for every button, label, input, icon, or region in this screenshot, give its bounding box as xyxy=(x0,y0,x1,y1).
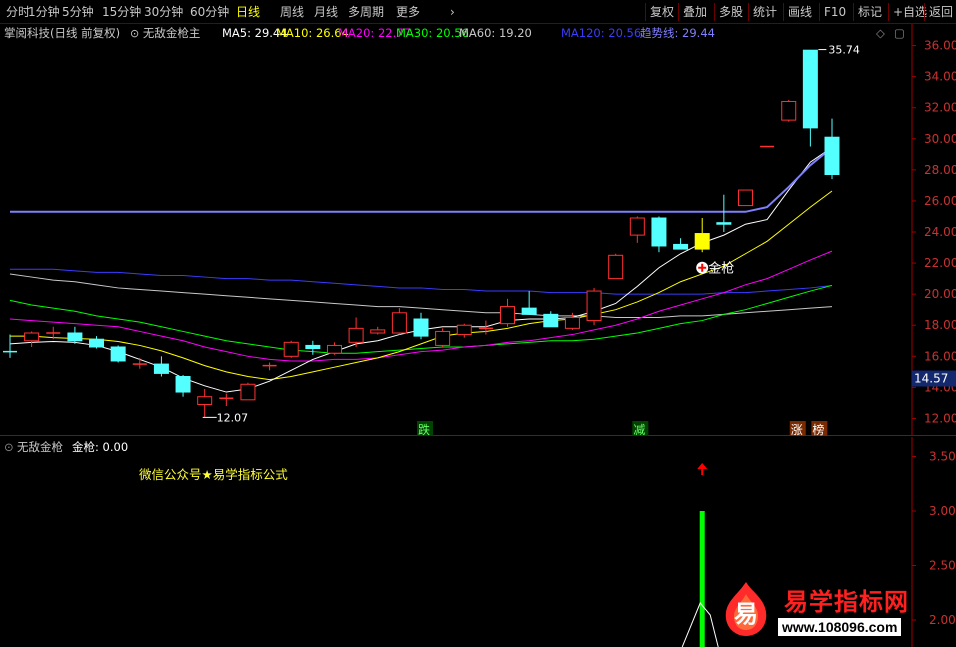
candle-body xyxy=(370,329,386,334)
toolbar-btn-3[interactable]: 统计 xyxy=(753,4,777,20)
candle-body xyxy=(153,363,169,374)
toolbar-btn-4[interactable]: 画线 xyxy=(788,4,812,20)
y-tick-label: 32.00 xyxy=(924,101,956,115)
arrow-up-icon xyxy=(697,463,708,469)
watermark-text: 微信公众号★易学指标公式 xyxy=(139,467,288,482)
y-tick-label: 28.00 xyxy=(924,163,956,177)
logo-url: www.108096.com xyxy=(778,618,902,636)
y-tick-label: 36.00 xyxy=(924,39,956,53)
candle-body xyxy=(564,316,580,329)
toolbar-divider xyxy=(924,3,925,21)
candle-body xyxy=(240,383,256,401)
y-tick-label: 22.00 xyxy=(924,256,956,270)
sub-y-tick-label: 3.50 xyxy=(929,450,956,464)
toolbar-btn-5[interactable]: F10 xyxy=(824,4,846,20)
candle-body xyxy=(283,341,299,357)
candle-body xyxy=(629,217,645,236)
jingqiang-label: 金枪 xyxy=(708,261,734,277)
ma60-line xyxy=(9,273,833,318)
toolbar-divider xyxy=(853,3,854,21)
chevron-right-icon[interactable]: › xyxy=(450,4,455,20)
toolbar-btn-0[interactable]: 复权 xyxy=(650,4,674,20)
candle-body xyxy=(197,396,213,405)
candle-body xyxy=(802,49,818,129)
toolbar-btn-8[interactable]: 返回 xyxy=(929,4,953,20)
toolbar-divider xyxy=(819,3,820,21)
collapse-icon[interactable]: ⊙ xyxy=(4,438,14,456)
signal-jian: 减 xyxy=(633,423,645,436)
y-tick-label: 30.00 xyxy=(924,132,956,146)
period-toolbar: 分时 1分钟 5分钟 15分钟 30分钟 60分钟 日线 周线 月线 多周期 更多 › 复权 叠加 多股 统计… xyxy=(0,0,956,24)
candle-body xyxy=(651,217,667,247)
candle-body xyxy=(737,189,753,207)
y-tick-label: 34.00 xyxy=(924,70,956,84)
candle-body xyxy=(391,312,407,334)
candle-body xyxy=(608,254,624,280)
period-tab-10[interactable]: 更多 xyxy=(396,4,420,20)
signal-zhang: 涨 xyxy=(791,422,803,436)
candle-body xyxy=(716,222,732,225)
period-tab-1[interactable]: 1分钟 xyxy=(28,4,60,20)
y-tick-label: 26.00 xyxy=(924,194,956,208)
candle-body xyxy=(673,243,689,250)
period-tab-6[interactable]: 日线 xyxy=(236,4,260,20)
candle-body xyxy=(824,136,840,176)
sub-y-tick-label: 2.50 xyxy=(929,559,956,573)
current-price-label: 14.57 xyxy=(914,372,948,386)
candle-body xyxy=(543,313,559,328)
sub-y-tick-label: 3.00 xyxy=(929,504,956,518)
toolbar-divider xyxy=(888,3,889,21)
toolbar-btn-1[interactable]: 叠加 xyxy=(683,4,707,20)
period-tab-9[interactable]: 多周期 xyxy=(348,4,384,20)
candle-body xyxy=(435,330,451,346)
candle-body xyxy=(694,233,710,250)
candle-body xyxy=(413,318,429,337)
candle-body xyxy=(521,307,537,315)
toolbar-btn-2[interactable]: 多股 xyxy=(719,4,743,20)
candle-body xyxy=(326,344,342,354)
trend-line xyxy=(10,146,833,213)
toolbar-divider xyxy=(714,3,715,21)
signal-bar xyxy=(699,511,705,647)
site-logo: 易 易学指标网 www.108096.com xyxy=(712,578,952,644)
y-tick-label: 20.00 xyxy=(924,287,956,301)
candle-body xyxy=(500,306,516,325)
candlestick-chart[interactable]: 12.0014.0016.0018.0020.0022.0024.0026.00… xyxy=(0,24,956,436)
y-tick-label: 24.00 xyxy=(924,225,956,239)
candle-body xyxy=(781,100,797,121)
logo-title: 易学指标网 xyxy=(784,588,909,616)
toolbar-btn-7[interactable]: +自选 xyxy=(893,4,927,20)
high-label: 35.74 xyxy=(828,44,860,57)
toolbar-btn-6[interactable]: 标记 xyxy=(858,4,882,20)
toolbar-divider xyxy=(678,3,679,21)
period-tab-5[interactable]: 60分钟 xyxy=(190,4,229,20)
candle-body xyxy=(348,327,364,343)
period-tab-4[interactable]: 30分钟 xyxy=(144,4,183,20)
toolbar-divider xyxy=(645,3,646,21)
period-tab-8[interactable]: 月线 xyxy=(314,4,338,20)
candle-body xyxy=(67,332,83,342)
signal-bang: 榜 xyxy=(812,422,824,436)
period-tab-7[interactable]: 周线 xyxy=(280,4,304,20)
toolbar-divider xyxy=(748,3,749,21)
candle-body xyxy=(305,344,321,350)
jingqiang-value: 金枪: 0.00 xyxy=(72,440,129,454)
y-tick-label: 18.00 xyxy=(924,318,956,332)
y-tick-label: 12.00 xyxy=(924,411,956,425)
low-label: 12.07 xyxy=(217,411,249,424)
logo-badge-char: 易 xyxy=(734,600,758,628)
candle-body xyxy=(89,338,105,348)
candle-body xyxy=(586,290,602,322)
signal-die: 跌 xyxy=(418,422,430,436)
candle-body xyxy=(110,346,126,362)
candle-body xyxy=(456,324,472,336)
candle-body xyxy=(175,376,191,393)
period-tab-3[interactable]: 15分钟 xyxy=(102,4,141,20)
y-tick-label: 16.00 xyxy=(924,349,956,363)
period-tab-0[interactable]: 分时 xyxy=(6,4,30,20)
period-tab-2[interactable]: 5分钟 xyxy=(62,4,94,20)
sub-indicator-name: 无敌金枪 xyxy=(17,440,63,454)
candle-body xyxy=(24,332,40,342)
toolbar-divider xyxy=(783,3,784,21)
